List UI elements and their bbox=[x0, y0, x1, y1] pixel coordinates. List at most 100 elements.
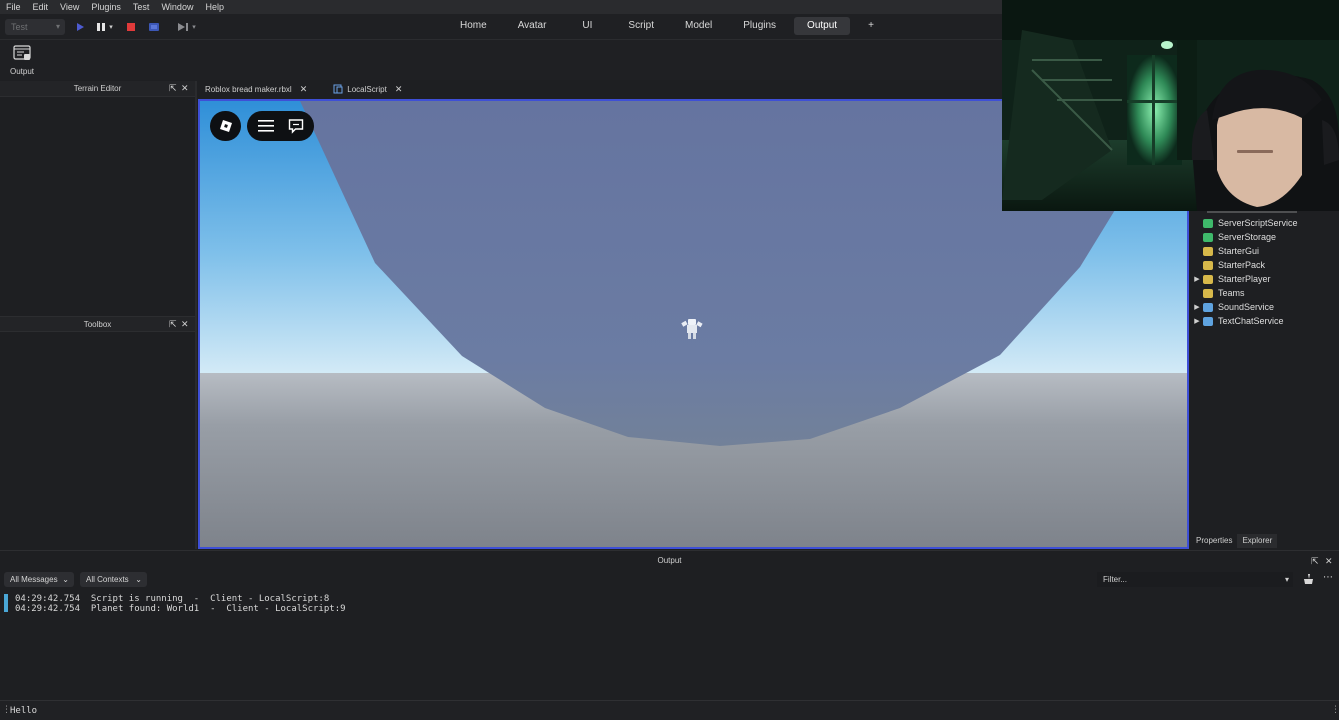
menu-view[interactable]: View bbox=[60, 2, 79, 12]
doc-tab-label: Roblox bread maker.rbxl bbox=[205, 84, 292, 94]
output-title: Output bbox=[657, 556, 682, 565]
roblox-menu-button[interactable] bbox=[210, 111, 241, 141]
step-forward-icon bbox=[178, 23, 188, 31]
document-tabs: Roblox bread maker.rbxl ✕ LocalScript ✕ bbox=[197, 80, 1002, 98]
play-button[interactable] bbox=[72, 19, 88, 35]
local-script-icon bbox=[333, 84, 343, 94]
explorer-item-starterpack[interactable]: StarterPack bbox=[1191, 258, 1265, 272]
tab-script[interactable]: Script bbox=[615, 17, 667, 35]
explorer-item-startergui[interactable]: StarterGui bbox=[1191, 244, 1259, 258]
chevron-down-icon: ⌄ bbox=[62, 575, 69, 584]
tab-explorer[interactable]: Explorer bbox=[1237, 534, 1278, 548]
doc-tab-localscript[interactable]: LocalScript ✕ bbox=[325, 80, 410, 98]
hamburger-menu-icon[interactable] bbox=[258, 119, 274, 136]
switch-view-icon bbox=[149, 23, 159, 31]
stop-icon bbox=[127, 23, 135, 31]
menu-help[interactable]: Help bbox=[205, 2, 224, 12]
folder-icon bbox=[1203, 288, 1213, 298]
server-script-service-icon bbox=[1203, 218, 1213, 228]
output-panel: Output ⇱ ✕ All Messages ⌄ All Contexts ⌄… bbox=[0, 550, 1339, 700]
pause-options-button[interactable]: ▾ bbox=[106, 19, 116, 35]
step-options-button[interactable]: ▾ bbox=[189, 19, 199, 35]
menu-edit[interactable]: Edit bbox=[33, 2, 49, 12]
explorer-item-label: ServerStorage bbox=[1218, 232, 1277, 242]
close-icon[interactable]: ✕ bbox=[395, 84, 403, 95]
undock-icon[interactable]: ⇱ bbox=[169, 83, 177, 94]
tab-model[interactable]: Model bbox=[672, 17, 725, 35]
toolbox-panel bbox=[0, 332, 195, 548]
tab-plugins[interactable]: Plugins bbox=[730, 17, 789, 35]
undock-icon[interactable]: ⇱ bbox=[1311, 556, 1319, 567]
output-tool-label: Output bbox=[9, 67, 34, 76]
webcam-feed bbox=[1002, 0, 1339, 211]
clear-output-icon[interactable] bbox=[1301, 573, 1313, 588]
close-icon[interactable]: ✕ bbox=[1325, 556, 1333, 567]
menu-plugins[interactable]: Plugins bbox=[91, 2, 121, 12]
explorer-item-starterplayer[interactable]: ▶ StarterPlayer bbox=[1191, 272, 1271, 286]
tab-output[interactable]: Output bbox=[794, 17, 851, 35]
chevron-down-icon: ▾ bbox=[55, 22, 60, 31]
close-icon[interactable]: ✕ bbox=[300, 84, 308, 95]
expand-arrow-icon[interactable]: ▶ bbox=[1191, 275, 1203, 283]
output-header: Output ⇱ ✕ bbox=[0, 551, 1339, 569]
explorer-item-serverscriptservice[interactable]: ServerScriptService bbox=[1191, 216, 1298, 230]
tab-avatar[interactable]: Avatar bbox=[505, 17, 560, 35]
close-icon[interactable]: ✕ bbox=[181, 83, 189, 94]
right-panel-tabs: Properties Explorer bbox=[1191, 534, 1339, 548]
explorer-item-serverstorage[interactable]: ServerStorage bbox=[1191, 230, 1276, 244]
chevron-down-icon: ▾ bbox=[1284, 575, 1289, 584]
tab-properties[interactable]: Properties bbox=[1191, 534, 1237, 548]
chevron-down-icon: ⌄ bbox=[135, 575, 142, 584]
folder-icon bbox=[1203, 260, 1213, 270]
toolbox-header: Toolbox ⇱ ✕ bbox=[0, 316, 195, 332]
message-filter-value: All Messages bbox=[10, 575, 58, 584]
toolbox-title: Toolbox bbox=[83, 320, 112, 329]
chat-icon[interactable] bbox=[288, 118, 304, 137]
menu-file[interactable]: File bbox=[6, 2, 21, 12]
folder-icon bbox=[1203, 274, 1213, 284]
context-filter-dropdown[interactable]: All Contexts ⌄ bbox=[80, 572, 147, 587]
chevron-down-icon: ▾ bbox=[192, 24, 196, 31]
output-window-icon bbox=[13, 45, 31, 60]
filter-placeholder: Filter... bbox=[1103, 575, 1128, 584]
close-icon[interactable]: ✕ bbox=[181, 319, 189, 330]
log-group-marker bbox=[4, 594, 8, 612]
explorer-panel: ServerScriptService ServerStorage Starte… bbox=[1191, 207, 1339, 534]
tab-add[interactable]: + bbox=[855, 17, 887, 35]
menu-test[interactable]: Test bbox=[133, 2, 150, 12]
expand-arrow-icon[interactable]: ▶ bbox=[1191, 303, 1203, 311]
command-bar: ⋮ ⋮ bbox=[0, 700, 1339, 720]
explorer-item-textchatservice[interactable]: ▶ TextChatService bbox=[1191, 314, 1283, 328]
folder-icon bbox=[1203, 246, 1213, 256]
switch-view-button[interactable] bbox=[146, 19, 162, 35]
menu-window[interactable]: Window bbox=[161, 2, 193, 12]
explorer-item-soundservice[interactable]: ▶ SoundService bbox=[1191, 300, 1274, 314]
chat-service-icon bbox=[1203, 316, 1213, 326]
log-line: 04:29:42.754 Planet found: World1 - Clie… bbox=[15, 604, 346, 614]
tab-ui[interactable]: UI bbox=[564, 17, 610, 35]
tab-home[interactable]: Home bbox=[447, 17, 500, 35]
drag-handle-icon[interactable]: ⋮ bbox=[1331, 704, 1339, 715]
message-filter-dropdown[interactable]: All Messages ⌄ bbox=[4, 572, 74, 587]
explorer-item-label: StarterGui bbox=[1218, 246, 1260, 256]
doc-tab-label: LocalScript bbox=[347, 84, 387, 94]
doc-tab-place[interactable]: Roblox bread maker.rbxl ✕ bbox=[197, 80, 316, 98]
more-options-icon[interactable]: ⋯ bbox=[1323, 572, 1333, 583]
terrain-editor-title: Terrain Editor bbox=[73, 84, 122, 93]
output-tool-button[interactable]: Output bbox=[8, 44, 36, 76]
context-filter-value: All Contexts bbox=[86, 575, 129, 584]
roblox-logo-icon bbox=[219, 120, 232, 132]
test-mode-select[interactable]: Test ▾ bbox=[5, 19, 65, 35]
expand-arrow-icon[interactable]: ▶ bbox=[1191, 317, 1203, 325]
sound-service-icon bbox=[1203, 302, 1213, 312]
explorer-item-label: StarterPlayer bbox=[1218, 274, 1271, 284]
filter-input[interactable]: Filter... ▾ bbox=[1097, 572, 1293, 587]
stop-button[interactable] bbox=[123, 19, 139, 35]
explorer-item-label: SoundService bbox=[1218, 302, 1275, 312]
explorer-item-teams[interactable]: Teams bbox=[1191, 286, 1245, 300]
panel-splitter[interactable] bbox=[195, 81, 197, 549]
play-icon bbox=[77, 23, 84, 31]
command-bar-input[interactable] bbox=[10, 704, 1310, 718]
chevron-down-icon: ▾ bbox=[109, 24, 113, 31]
undock-icon[interactable]: ⇱ bbox=[169, 319, 177, 330]
